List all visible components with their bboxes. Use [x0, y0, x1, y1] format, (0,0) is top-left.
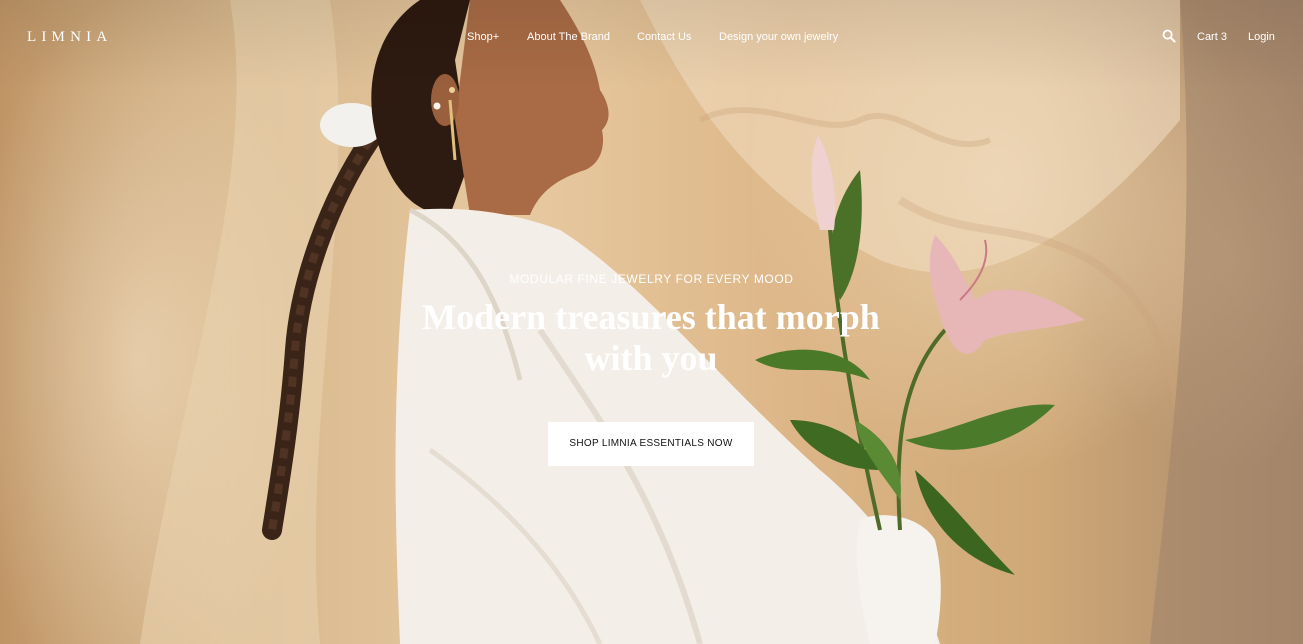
hero-eyebrow: MODULAR FINE JEWELRY FOR EVERY MOOD — [509, 272, 794, 286]
login-link[interactable]: Login — [1248, 28, 1275, 46]
nav-item-contact-us[interactable]: Contact Us — [637, 28, 691, 46]
search-icon — [1162, 29, 1176, 43]
shop-essentials-button[interactable]: SHOP LIMNIA ESSENTIALS NOW — [548, 422, 754, 466]
nav-item-design-your-own-jewelry[interactable]: Design your own jewelry — [719, 28, 838, 46]
nav-item-shop[interactable]: Shop+ — [467, 28, 499, 46]
main-nav: Shop+ About The Brand Contact Us Design … — [0, 28, 1303, 46]
hero-headline: Modern treasures that morph with you — [422, 297, 880, 378]
search-button[interactable] — [1162, 29, 1176, 43]
cart-link[interactable]: Cart 3 — [1197, 28, 1227, 46]
nav-item-about-the-brand[interactable]: About The Brand — [527, 28, 610, 46]
